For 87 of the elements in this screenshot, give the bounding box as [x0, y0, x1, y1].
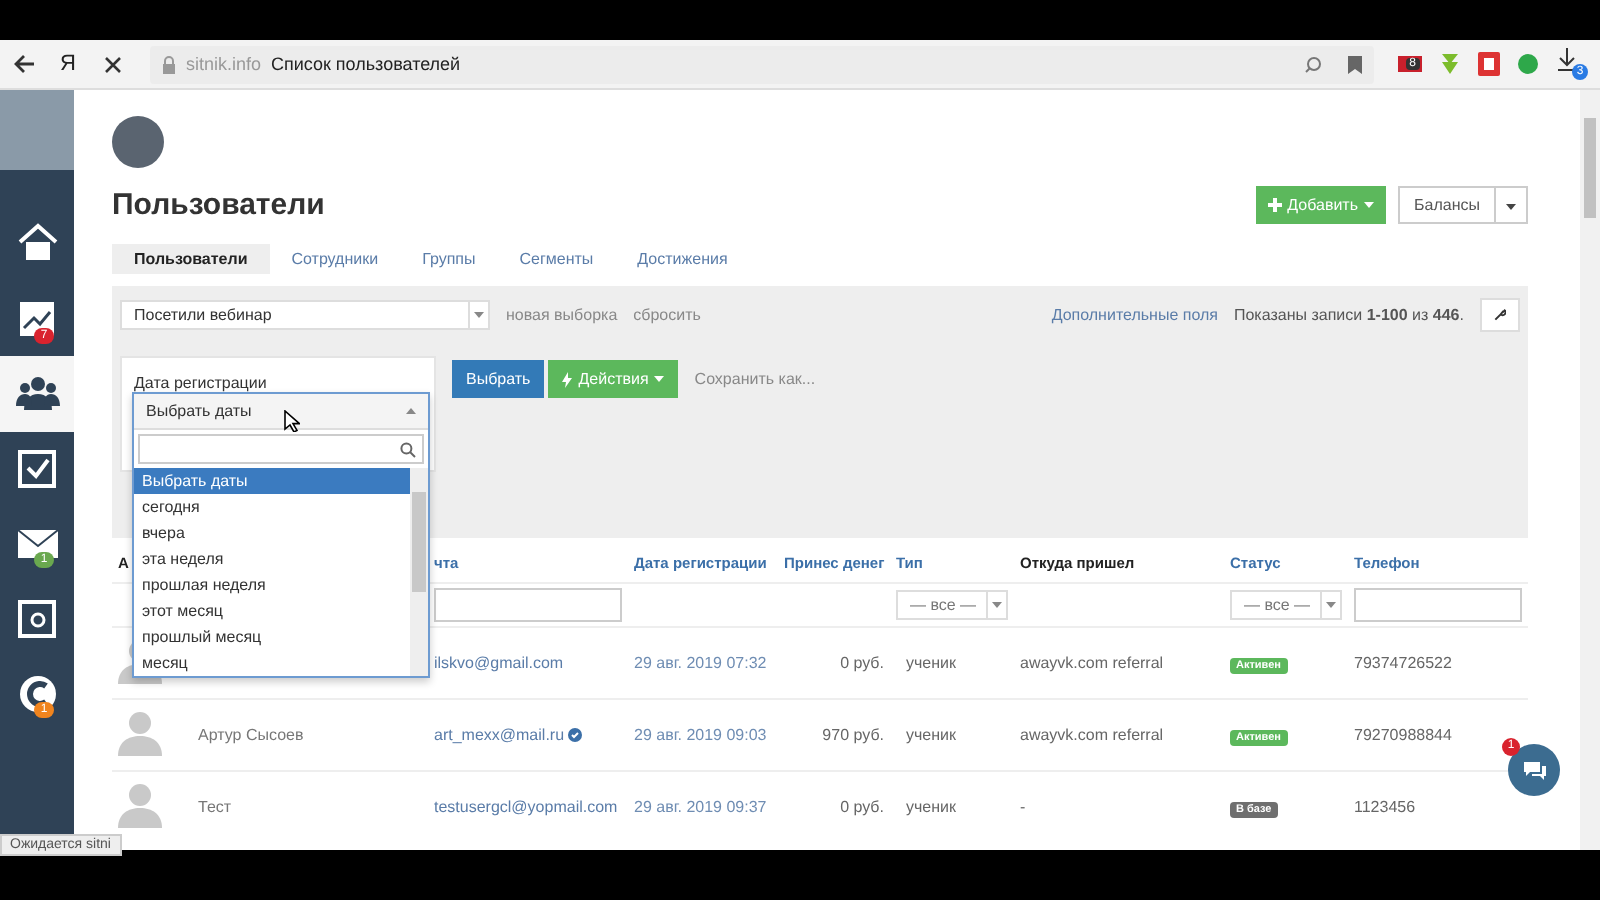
filter-select[interactable]: — все —: [1230, 590, 1342, 620]
cursor-icon: [284, 410, 300, 432]
back-icon: [12, 52, 36, 76]
email-filter-field[interactable]: [434, 588, 622, 622]
caret-icon: [1364, 202, 1375, 208]
new-selection-link[interactable]: новая выборка: [506, 306, 618, 324]
phone-text: 79374726522: [1354, 654, 1452, 672]
chat-bubbles-icon: [1521, 759, 1547, 781]
source-text: awayvk.com referral: [1020, 726, 1164, 744]
date-text: 29 авг. 2019 09:37: [634, 798, 767, 816]
safe-icon: [15, 597, 59, 640]
tab[interactable]: Сотрудники: [269, 244, 401, 274]
chart-icon: [15, 297, 59, 340]
browser-logo[interactable]: Я: [60, 52, 76, 76]
save-as-link[interactable]: Сохранить как...: [694, 370, 816, 388]
tab[interactable]: Достижения: [615, 244, 750, 274]
lock-icon: [161, 55, 176, 73]
email-link[interactable]: ilskvo@gmail.com: [434, 654, 564, 672]
caret-icon: [1326, 602, 1336, 608]
user-silhouette-icon: [118, 711, 162, 755]
dropdown-option[interactable]: месяц: [134, 650, 410, 676]
user-name[interactable]: Тест: [198, 798, 232, 816]
close-icon: [103, 55, 122, 73]
caret-icon: [474, 312, 484, 318]
phone-filter-field[interactable]: [1354, 588, 1522, 622]
dropdown-option[interactable]: прошлый месяц: [134, 624, 410, 650]
extension-icon: [1478, 52, 1500, 76]
page-title: Список пользователей: [270, 54, 461, 74]
caret-icon: [654, 376, 665, 382]
user-name[interactable]: Артур Сысоев: [198, 726, 304, 744]
checkbox-icon: [15, 447, 59, 490]
segment-select[interactable]: Посетили вебинар: [120, 300, 490, 330]
dropdown-option[interactable]: эта неделя: [134, 546, 410, 572]
caret-icon: [406, 408, 416, 414]
dropdown-search-field[interactable]: [138, 434, 424, 464]
tab[interactable]: Пользователи: [112, 244, 270, 274]
email-link[interactable]: testusergcl@yopmail.com: [434, 798, 618, 816]
amount-text: 970 руб.: [822, 726, 884, 744]
condition-label: Дата регистрации: [134, 374, 269, 392]
wrench-icon: [1494, 306, 1506, 324]
source-text: -: [1020, 798, 1026, 816]
extra-fields-link[interactable]: Дополнительные поля: [1051, 306, 1218, 324]
caret-icon: [1506, 204, 1516, 210]
user-silhouette-icon: [118, 783, 162, 827]
scrollbar[interactable]: [1580, 90, 1600, 850]
amount-text: 0 руб.: [840, 654, 884, 672]
dropdown-option[interactable]: прошлая неделя: [134, 572, 410, 598]
photo-placeholder: [0, 90, 74, 170]
url-host: sitnik.info: [185, 54, 261, 74]
scrollbar[interactable]: [410, 468, 428, 676]
address-bar[interactable]: sitnik.info Список пользователей: [149, 45, 1374, 83]
select-button[interactable]: Выбрать: [452, 360, 545, 398]
plus-icon: [1267, 198, 1282, 212]
dropdown-option[interactable]: этот месяц: [134, 598, 410, 624]
phone-text: 1123456: [1354, 798, 1416, 816]
search-icon: [400, 441, 416, 457]
phone-text: 79270988844: [1354, 726, 1452, 744]
home-icon: [15, 222, 59, 265]
selected-value: Выбрать даты: [146, 402, 254, 420]
date-text: 29 авг. 2019 09:03: [634, 726, 767, 744]
search-icon: [1303, 55, 1322, 73]
filter-select[interactable]: — все —: [896, 590, 1008, 620]
sidebar-item[interactable]: [0, 356, 74, 431]
page-heading: Пользователи: [112, 188, 327, 222]
caret-icon: [992, 602, 1002, 608]
reset-link[interactable]: сбросить: [633, 306, 701, 324]
type-text: ученик: [906, 798, 957, 816]
records-count: Показаны записи 1-100 из 446.: [1233, 306, 1464, 324]
amount-text: 0 руб.: [840, 798, 884, 816]
source-text: awayvk.com referral: [1020, 654, 1164, 672]
download-icon: [1556, 48, 1578, 72]
settings-button[interactable]: [1480, 298, 1520, 332]
dropdown-option[interactable]: сегодня: [134, 494, 410, 520]
dropdown-option[interactable]: вчера: [134, 520, 410, 546]
date-text: 29 авг. 2019 07:32: [634, 654, 767, 672]
type-text: ученик: [906, 726, 957, 744]
avatar[interactable]: [112, 116, 164, 168]
tab[interactable]: Группы: [400, 244, 498, 274]
bookmark-icon: [1347, 55, 1362, 73]
users-icon: [15, 372, 59, 415]
dropdown-option[interactable]: Выбрать даты: [134, 468, 410, 494]
email-link[interactable]: art_mexx@mail.ru: [434, 726, 565, 744]
lightning-icon: [562, 371, 573, 387]
tab[interactable]: Сегменты: [497, 244, 616, 274]
download-arrow-icon: [1438, 52, 1462, 76]
type-text: ученик: [906, 654, 957, 672]
date-dropdown[interactable]: Выбрать даты Выбрать даты сегодня вчера эта неделя прошлая неделя этот месяц прошлый месяц месяц: [132, 392, 430, 678]
